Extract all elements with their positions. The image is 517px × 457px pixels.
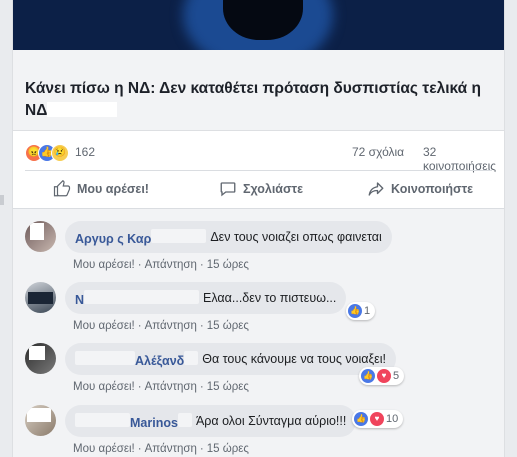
comment-reactions[interactable]: 👍 ♥ 10 — [352, 410, 404, 428]
like-button[interactable]: Μου αρέσει! — [53, 171, 149, 207]
author-text: Αλέξανδ — [135, 353, 185, 368]
comment-item: Marinos Άρα ολοι Σύνταγμα αύριο!!! 👍 ♥ 1… — [13, 405, 504, 457]
thumbs-up-icon — [53, 180, 71, 197]
comment-like-link[interactable]: Μου αρέσει! — [73, 381, 135, 393]
avatar[interactable] — [25, 282, 56, 313]
comment-reply-link[interactable]: Απάντηση — [145, 320, 197, 332]
comment-text: Δεν τους νοιαζει οπως φαινεται — [210, 230, 382, 244]
author-text: Ν — [75, 292, 85, 307]
scroll-indicator — [0, 195, 4, 205]
comment-time[interactable]: 15 ώρες — [207, 320, 249, 332]
comment-text: Θα τους κάνουμε να τους νοιαξει! — [202, 352, 386, 366]
avatar[interactable] — [25, 343, 56, 374]
comment-button[interactable]: Σχολιάστε — [219, 171, 303, 207]
heart-icon: ♥ — [370, 412, 384, 426]
comment-author[interactable]: Αργυρ ς Καρ — [75, 228, 207, 246]
reaction-count: 1 — [364, 305, 371, 317]
like-icon: 👍 — [348, 304, 362, 318]
comment-reply-link[interactable]: Απάντηση — [145, 259, 197, 271]
redacted-name — [177, 412, 192, 427]
link-preview-image[interactable] — [13, 0, 504, 50]
comment-like-link[interactable]: Μου αρέσει! — [73, 320, 135, 332]
comment-meta: Μου αρέσει! · Απάντηση · 15 ώρες — [73, 381, 249, 393]
comment-reactions[interactable]: 👍 1 — [346, 302, 376, 320]
author-text: Marinos — [130, 415, 178, 430]
post-card: Κάνει πίσω η ΝΔ: Δεν καταθέτει πρόταση δ… — [12, 0, 505, 457]
redacted-block — [47, 102, 118, 117]
comment-item: Αργυρ ς Καρ Δεν τους νοιαζει οπως φαινετ… — [13, 221, 504, 281]
comments-section: Αργυρ ς Καρ Δεν τους νοιαζει οπως φαινετ… — [13, 208, 504, 457]
comment-text: Ελαα...δεν το πιστευω... — [203, 291, 337, 305]
comment-bubble: Αλέξανδ Θα τους κάνουμε να τους νοιαξει! — [65, 343, 396, 375]
comment-text: Άρα ολοι Σύνταγμα αύριο!!! — [195, 414, 347, 428]
redacted-name — [151, 228, 207, 243]
comment-meta: Μου αρέσει! · Απάντηση · 15 ώρες — [73, 259, 249, 271]
avatar-detail — [28, 292, 53, 304]
post-actions: Μου αρέσει! Σχολιάστε Κοινοποιήστε — [13, 171, 504, 207]
comment-item: Ν Ελαα...δεν το πιστευω... 👍 1 Μου αρέσε… — [13, 282, 504, 342]
separator: · — [137, 381, 142, 393]
comment-label: Σχολιάστε — [243, 182, 304, 196]
redacted-name — [75, 412, 130, 427]
like-icon: 👍 — [361, 369, 375, 383]
page-background-left — [0, 0, 12, 457]
redacted-avatar — [30, 223, 44, 240]
reaction-count: 10 — [386, 413, 399, 425]
comment-time[interactable]: 15 ώρες — [207, 381, 249, 393]
reaction-count: 5 — [393, 370, 400, 382]
comment-icon — [220, 182, 236, 197]
comment-like-link[interactable]: Μου αρέσει! — [73, 259, 135, 271]
comment-bubble: Ν Ελαα...δεν το πιστευω... — [65, 282, 347, 314]
author-text: Αργυρ ς Καρ — [75, 231, 152, 246]
shares-count[interactable]: 32 κοινοποιήσεις — [423, 145, 504, 173]
separator: · — [199, 443, 204, 455]
sad-icon[interactable]: 😢 — [51, 144, 69, 162]
comment-bubble: Αργυρ ς Καρ Δεν τους νοιαζει οπως φαινετ… — [65, 221, 392, 253]
comment-meta: Μου αρέσει! · Απάντηση · 15 ώρες — [73, 443, 249, 455]
comment-time[interactable]: 15 ώρες — [207, 443, 249, 455]
like-icon: 👍 — [354, 412, 368, 426]
post-headline[interactable]: Κάνει πίσω η ΝΔ: Δεν καταθέτει πρόταση δ… — [25, 78, 495, 122]
comment-like-link[interactable]: Μου αρέσει! — [73, 443, 135, 455]
share-button[interactable]: Κοινοποιήστε — [367, 171, 473, 207]
comment-reply-link[interactable]: Απάντηση — [145, 381, 197, 393]
comment-time[interactable]: 15 ώρες — [207, 259, 249, 271]
comment-meta: Μου αρέσει! · Απάντηση · 15 ώρες — [73, 320, 249, 332]
comment-author[interactable]: Αλέξανδ — [75, 350, 199, 368]
separator: · — [199, 320, 204, 332]
comments-count[interactable]: 72 σχόλια — [352, 145, 404, 159]
separator: · — [137, 259, 142, 271]
heart-icon: ♥ — [377, 369, 391, 383]
avatar[interactable] — [25, 221, 56, 252]
comment-reactions[interactable]: 👍 ♥ 5 — [359, 367, 405, 385]
comment-bubble: Marinos Άρα ολοι Σύνταγμα αύριο!!! — [65, 405, 357, 437]
redacted-name — [84, 289, 200, 304]
reactions-count[interactable]: 162 — [75, 145, 95, 159]
like-label: Μου αρέσει! — [77, 182, 149, 196]
redacted-name — [184, 350, 199, 365]
separator: · — [199, 259, 204, 271]
share-icon — [368, 182, 384, 196]
comment-author[interactable]: Ν — [75, 289, 200, 307]
redacted-name — [75, 350, 135, 365]
separator: · — [137, 320, 142, 332]
link-preview-box[interactable]: Κάνει πίσω η ΝΔ: Δεν καταθέτει πρόταση δ… — [13, 50, 504, 131]
post-stats: 😠 👍 😢 162 72 σχόλια 32 κοινοποιήσεις — [13, 130, 504, 173]
comment-item: Αλέξανδ Θα τους κάνουμε να τους νοιαξει!… — [13, 343, 504, 403]
redacted-avatar — [27, 408, 51, 422]
comment-reply-link[interactable]: Απάντηση — [145, 443, 197, 455]
redacted-avatar — [29, 346, 45, 360]
avatar[interactable] — [25, 405, 56, 436]
share-label: Κοινοποιήστε — [391, 182, 474, 196]
comment-author[interactable]: Marinos — [75, 412, 192, 430]
separator: · — [199, 381, 204, 393]
separator: · — [137, 443, 142, 455]
